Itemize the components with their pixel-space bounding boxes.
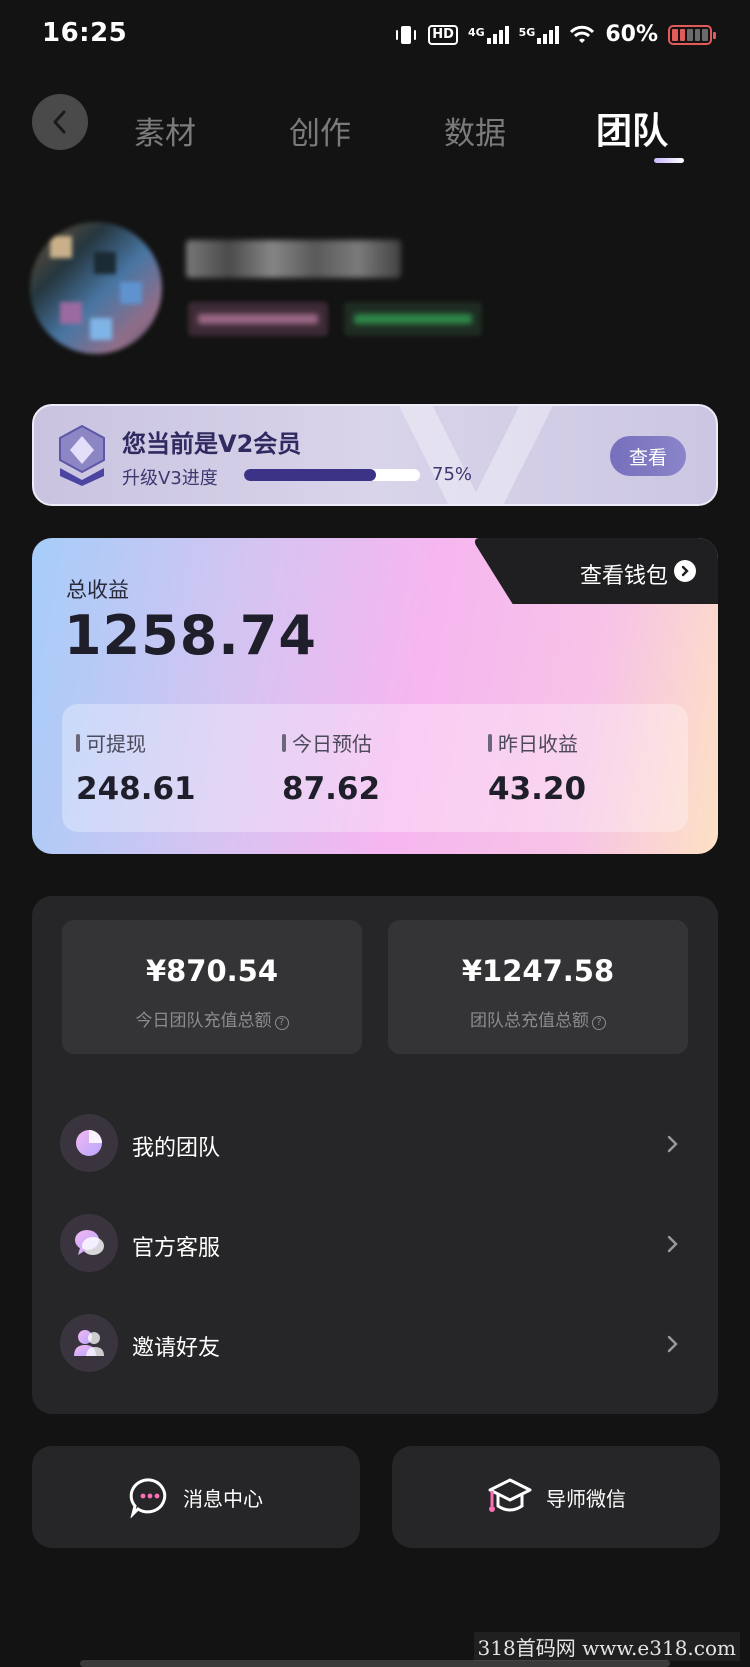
total-earnings-label: 总收益 <box>66 578 129 602</box>
home-indicator[interactable] <box>80 1660 670 1667</box>
active-tab-indicator <box>654 158 684 163</box>
tab-create[interactable]: 创作 <box>289 108 351 153</box>
status-icons: HD 4G 5G 60% <box>394 22 716 47</box>
withdrawable-item[interactable]: 可提现 248.61 <box>76 728 196 807</box>
vip-card[interactable]: 您当前是V2会员 升级V3进度 75% 查看 <box>32 404 718 506</box>
user-tag-blurred <box>344 302 482 336</box>
tab-material[interactable]: 素材 <box>134 108 196 153</box>
today-estimate-label: 今日预估 <box>292 732 372 756</box>
user-tag-blurred <box>188 302 328 336</box>
back-button[interactable] <box>32 94 88 150</box>
status-time: 16:25 <box>42 18 128 48</box>
watermark: 318首码网 www.e318.com <box>473 1632 740 1661</box>
signal-5g-icon: 5G <box>518 25 560 44</box>
vip-shield-icon <box>59 424 105 486</box>
graduation-cap-icon <box>488 1478 532 1512</box>
menu-customer-service-label: 官方客服 <box>132 1236 221 1261</box>
total-team-recharge-box[interactable]: ¥1247.58 团队总充值总额? <box>388 920 688 1054</box>
vip-progress-percent: 75% <box>432 464 473 485</box>
net-5g-label: 5G <box>518 25 536 39</box>
mentor-wechat-label: 导师微信 <box>546 1486 626 1511</box>
chevron-right-icon <box>667 1135 678 1153</box>
net-4g-label: 4G <box>467 25 485 39</box>
view-wallet-button[interactable]: 查看钱包 <box>518 538 718 604</box>
menu-invite-friends-label: 邀请好友 <box>132 1336 221 1361</box>
vip-progress-fill <box>244 469 376 481</box>
today-team-recharge-box[interactable]: ¥870.54 今日团队充值总额? <box>62 920 362 1054</box>
today-team-recharge-amount: ¥870.54 <box>145 954 279 988</box>
pie-chart-icon <box>60 1114 118 1172</box>
vip-progress-label: 升级V3进度 <box>122 468 218 489</box>
message-icon <box>129 1478 167 1518</box>
total-team-recharge-label: 团队总充值总额? <box>388 1006 688 1031</box>
vip-progress-bar <box>244 469 420 481</box>
withdrawable-value: 248.61 <box>76 771 196 807</box>
chevron-right-circle-icon <box>674 560 696 582</box>
avatar[interactable] <box>30 222 162 354</box>
team-panel: ¥870.54 今日团队充值总额? ¥1247.58 团队总充值总额? 我的团队… <box>32 896 718 1414</box>
message-center-button[interactable]: 消息中心 <box>32 1446 360 1548</box>
mentor-wechat-button[interactable]: 导师微信 <box>392 1446 720 1548</box>
hd-badge: HD <box>428 24 458 45</box>
status-bar: 16:25 HD 4G 5G 60% <box>0 0 750 72</box>
today-team-recharge-label: 今日团队充值总额? <box>62 1006 362 1031</box>
earnings-card: 查看钱包 总收益 1258.74 可提现 248.61 今日预估 87.62 昨… <box>32 538 718 854</box>
menu-invite-friends[interactable]: 邀请好友 <box>60 1314 690 1376</box>
total-team-recharge-amount: ¥1247.58 <box>461 954 615 988</box>
menu-my-team-label: 我的团队 <box>132 1136 221 1161</box>
vip-view-button[interactable]: 查看 <box>610 436 686 476</box>
tab-data[interactable]: 数据 <box>444 108 506 153</box>
chat-bubbles-icon <box>60 1214 118 1272</box>
message-center-label: 消息中心 <box>183 1486 263 1511</box>
username-blurred <box>186 240 401 278</box>
yesterday-earnings-label: 昨日收益 <box>498 732 578 756</box>
chevron-right-icon <box>667 1335 678 1353</box>
tab-team[interactable]: 团队 <box>596 102 668 154</box>
earnings-breakdown: 可提现 248.61 今日预估 87.62 昨日收益 43.20 <box>62 704 688 832</box>
yesterday-earnings-value: 43.20 <box>488 771 587 807</box>
total-earnings-value: 1258.74 <box>64 604 317 667</box>
withdrawable-label: 可提现 <box>86 732 146 756</box>
vibrate-icon <box>394 24 418 46</box>
help-icon[interactable]: ? <box>592 1016 606 1030</box>
battery-percent: 60% <box>605 22 658 47</box>
today-estimate-item[interactable]: 今日预估 87.62 <box>282 728 380 807</box>
users-icon <box>60 1314 118 1372</box>
yesterday-earnings-item[interactable]: 昨日收益 43.20 <box>488 728 586 807</box>
battery-icon <box>668 24 716 45</box>
help-icon[interactable]: ? <box>274 1016 289 1030</box>
view-wallet-label: 查看钱包 <box>579 564 668 589</box>
signal-4g-icon: 4G <box>467 25 509 44</box>
v-watermark-icon <box>399 406 553 504</box>
menu-customer-service[interactable]: 官方客服 <box>60 1214 690 1276</box>
today-estimate-value: 87.62 <box>282 771 381 807</box>
chevron-right-icon <box>667 1235 678 1253</box>
chevron-left-icon <box>53 110 66 134</box>
menu-my-team[interactable]: 我的团队 <box>60 1114 690 1176</box>
vip-title: 您当前是V2会员 <box>122 430 302 458</box>
wifi-icon <box>569 25 595 45</box>
